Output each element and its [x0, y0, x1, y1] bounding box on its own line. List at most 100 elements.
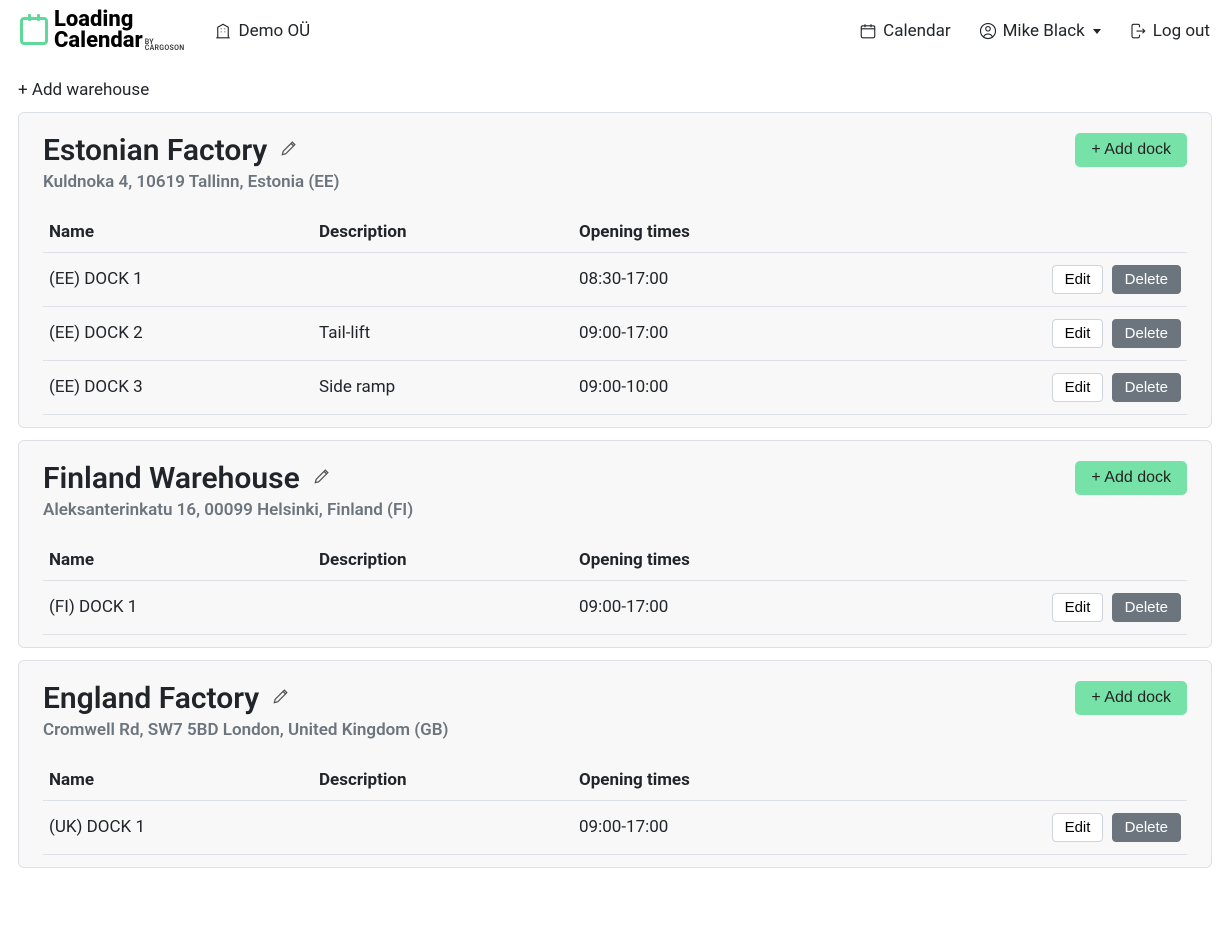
col-header-actions — [1017, 760, 1187, 801]
add-warehouse-button[interactable]: + Add warehouse — [18, 62, 1212, 112]
table-row: (EE) DOCK 1 08:30-17:00 Edit Delete — [43, 252, 1187, 306]
col-header-actions — [1017, 212, 1187, 253]
navbar-right: Calendar Mike Black Log out — [859, 21, 1210, 41]
logo[interactable]: Loading Calendar BY CARGOSON — [20, 10, 184, 52]
warehouse-card: Finland Warehouse Aleksanterinkatu 16, 0… — [18, 440, 1212, 648]
card-title: England Factory — [43, 681, 449, 716]
dock-description: Side ramp — [313, 360, 573, 414]
table-row: (FI) DOCK 1 09:00-17:00 Edit Delete — [43, 580, 1187, 634]
card-title: Finland Warehouse — [43, 461, 413, 496]
col-header-name: Name — [43, 540, 313, 581]
warehouse-address: Cromwell Rd, SW7 5BD London, United King… — [43, 720, 449, 740]
warehouses-container: Estonian Factory Kuldnoka 4, 10619 Talli… — [18, 112, 1212, 868]
calendar-label: Calendar — [883, 21, 950, 41]
col-header-description: Description — [313, 212, 573, 253]
building-icon — [214, 22, 232, 40]
warehouse-title: Estonian Factory — [43, 133, 267, 168]
table-row: (UK) DOCK 1 09:00-17:00 Edit Delete — [43, 800, 1187, 854]
docks-table: Name Description Opening times (FI) DOCK… — [43, 540, 1187, 635]
edit-warehouse-button[interactable] — [312, 466, 332, 490]
dock-name: (FI) DOCK 1 — [43, 580, 313, 634]
table-row: (EE) DOCK 2 Tail-lift 09:00-17:00 Edit D… — [43, 306, 1187, 360]
company-name: Demo OÜ — [238, 21, 310, 41]
dock-name: (EE) DOCK 3 — [43, 360, 313, 414]
card-header: England Factory Cromwell Rd, SW7 5BD Lon… — [43, 681, 1187, 740]
dock-times: 09:00-17:00 — [573, 580, 1017, 634]
logout-label: Log out — [1153, 21, 1210, 41]
card-title-wrap: Estonian Factory Kuldnoka 4, 10619 Talli… — [43, 133, 339, 192]
pencil-icon — [312, 466, 332, 486]
edit-button[interactable]: Edit — [1052, 593, 1104, 622]
calendar-link[interactable]: Calendar — [859, 21, 950, 41]
navbar: Loading Calendar BY CARGOSON Demo OÜ Cal… — [0, 0, 1230, 62]
pencil-icon — [279, 138, 299, 158]
add-dock-button[interactable]: + Add dock — [1075, 681, 1187, 715]
delete-button[interactable]: Delete — [1112, 265, 1181, 294]
delete-button[interactable]: Delete — [1112, 593, 1181, 622]
card-header: Estonian Factory Kuldnoka 4, 10619 Talli… — [43, 133, 1187, 192]
row-actions: Edit Delete — [1017, 252, 1187, 306]
dock-description: Tail-lift — [313, 306, 573, 360]
card-title-wrap: England Factory Cromwell Rd, SW7 5BD Lon… — [43, 681, 449, 740]
dock-times: 09:00-17:00 — [573, 306, 1017, 360]
edit-warehouse-button[interactable] — [279, 138, 299, 162]
dock-description — [313, 580, 573, 634]
logo-text: Loading Calendar BY CARGOSON — [54, 10, 184, 52]
dock-times: 09:00-17:00 — [573, 800, 1017, 854]
add-dock-button[interactable]: + Add dock — [1075, 133, 1187, 167]
row-actions: Edit Delete — [1017, 360, 1187, 414]
calendar-icon — [859, 22, 877, 40]
logo-line2: Calendar BY CARGOSON — [54, 31, 184, 52]
dock-times: 08:30-17:00 — [573, 252, 1017, 306]
delete-button[interactable]: Delete — [1112, 373, 1181, 402]
card-header: Finland Warehouse Aleksanterinkatu 16, 0… — [43, 461, 1187, 520]
warehouse-card: Estonian Factory Kuldnoka 4, 10619 Talli… — [18, 112, 1212, 428]
warehouse-address: Kuldnoka 4, 10619 Tallinn, Estonia (EE) — [43, 172, 339, 192]
content: + Add warehouse Estonian Factory Kuldnok… — [0, 62, 1230, 900]
dock-name: (UK) DOCK 1 — [43, 800, 313, 854]
company-switcher[interactable]: Demo OÜ — [214, 21, 310, 41]
logo-sub: BY CARGOSON — [145, 39, 185, 52]
chevron-down-icon — [1093, 29, 1101, 34]
pencil-icon — [271, 686, 291, 706]
docks-table: Name Description Opening times (EE) DOCK… — [43, 212, 1187, 415]
col-header-times: Opening times — [573, 540, 1017, 581]
edit-button[interactable]: Edit — [1052, 265, 1104, 294]
row-actions: Edit Delete — [1017, 306, 1187, 360]
logout-icon — [1129, 22, 1147, 40]
col-header-description: Description — [313, 540, 573, 581]
col-header-times: Opening times — [573, 212, 1017, 253]
col-header-name: Name — [43, 760, 313, 801]
table-header-row: Name Description Opening times — [43, 540, 1187, 581]
warehouse-card: England Factory Cromwell Rd, SW7 5BD Lon… — [18, 660, 1212, 868]
col-header-name: Name — [43, 212, 313, 253]
delete-button[interactable]: Delete — [1112, 813, 1181, 842]
user-name: Mike Black — [1003, 21, 1085, 41]
logout-link[interactable]: Log out — [1129, 21, 1210, 41]
col-header-description: Description — [313, 760, 573, 801]
user-icon — [979, 22, 997, 40]
edit-button[interactable]: Edit — [1052, 813, 1104, 842]
table-header-row: Name Description Opening times — [43, 212, 1187, 253]
table-header-row: Name Description Opening times — [43, 760, 1187, 801]
edit-button[interactable]: Edit — [1052, 373, 1104, 402]
warehouse-title: Finland Warehouse — [43, 461, 300, 496]
dock-name: (EE) DOCK 2 — [43, 306, 313, 360]
dock-times: 09:00-10:00 — [573, 360, 1017, 414]
edit-warehouse-button[interactable] — [271, 686, 291, 710]
card-title: Estonian Factory — [43, 133, 339, 168]
row-actions: Edit Delete — [1017, 800, 1187, 854]
warehouse-address: Aleksanterinkatu 16, 00099 Helsinki, Fin… — [43, 500, 413, 520]
add-dock-button[interactable]: + Add dock — [1075, 461, 1187, 495]
delete-button[interactable]: Delete — [1112, 319, 1181, 348]
user-menu[interactable]: Mike Black — [979, 21, 1101, 41]
dock-description — [313, 252, 573, 306]
navbar-left: Loading Calendar BY CARGOSON Demo OÜ — [20, 10, 310, 52]
table-row: (EE) DOCK 3 Side ramp 09:00-10:00 Edit D… — [43, 360, 1187, 414]
dock-description — [313, 800, 573, 854]
warehouse-title: England Factory — [43, 681, 259, 716]
edit-button[interactable]: Edit — [1052, 319, 1104, 348]
row-actions: Edit Delete — [1017, 580, 1187, 634]
docks-table: Name Description Opening times (UK) DOCK… — [43, 760, 1187, 855]
col-header-times: Opening times — [573, 760, 1017, 801]
